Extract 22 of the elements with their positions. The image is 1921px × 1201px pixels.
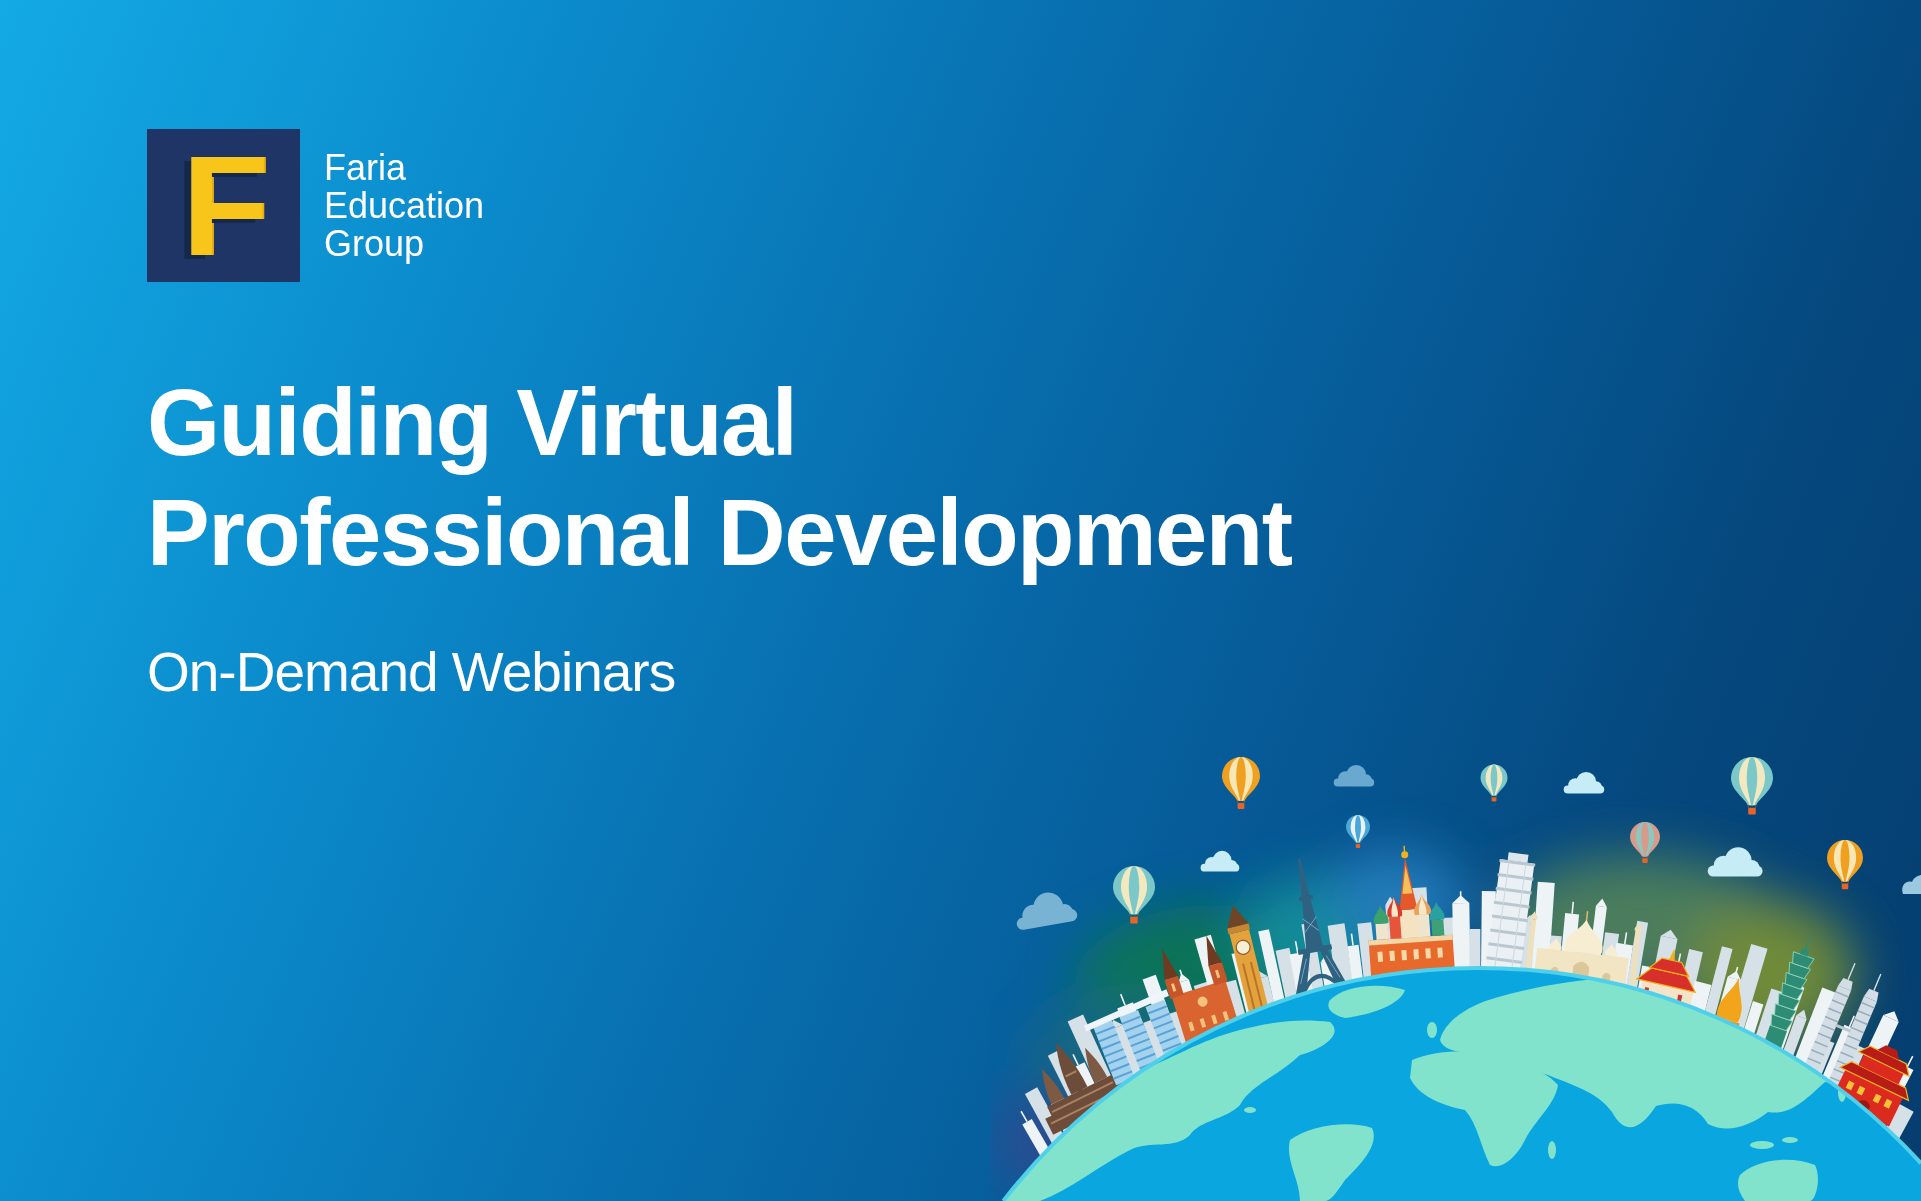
- cloud-icon: [1015, 892, 1079, 931]
- cloud-icon: [1707, 847, 1763, 877]
- hot-air-balloon-icon: [1113, 866, 1155, 924]
- cloud-icon: [1902, 875, 1921, 894]
- island-shape: [1548, 1141, 1556, 1159]
- hot-air-balloon-icon: [1827, 840, 1863, 890]
- company-name: Faria Education Group: [324, 148, 485, 263]
- hot-air-balloon-icon: [1630, 822, 1660, 864]
- cloud-icon: [1563, 771, 1605, 794]
- cloud-icon: [1333, 764, 1375, 787]
- logo-mark: F: [147, 129, 300, 282]
- hot-air-balloon-icon: [1480, 764, 1508, 802]
- island-shape: [1244, 1107, 1256, 1113]
- island-shape: [1750, 1141, 1774, 1149]
- hot-air-balloon-icon: [1346, 815, 1370, 848]
- hot-air-balloon-icon: [1731, 757, 1773, 815]
- hot-air-balloon-icon: [1222, 757, 1260, 810]
- banner-title: Guiding Virtual Professional Development: [147, 369, 1292, 587]
- cloud-icon: [1200, 850, 1240, 872]
- banner-subtitle: On-Demand Webinars: [147, 640, 676, 704]
- island-shape: [1427, 1022, 1437, 1038]
- island-shape: [1782, 1137, 1798, 1143]
